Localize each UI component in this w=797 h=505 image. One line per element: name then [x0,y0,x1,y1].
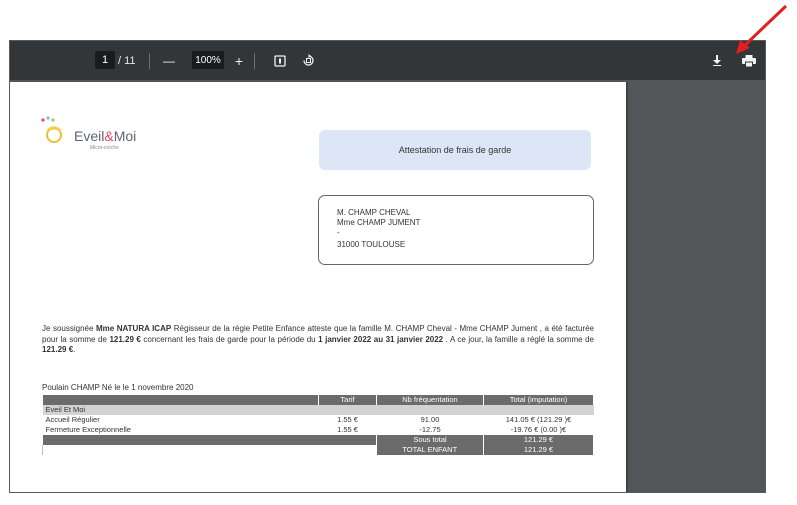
row-total: -19.76 € (0.00 )€ [510,425,567,434]
header-nb: Nb fréquentation [376,395,484,405]
pdf-page: Eveil&Moi Micro-crèche Attestation de fr… [10,82,626,492]
zoom-out-button[interactable]: — [162,41,176,80]
header-total: Total (imputation) [483,395,594,405]
separator [254,53,255,69]
address-line: 31000 TOULOUSE [337,240,406,249]
fees-table: Tarif Nb fréquentation Total (imputation… [42,395,594,455]
rotate-icon[interactable] [300,41,316,80]
page-edge [626,82,628,492]
attestation-paragraph: Je soussignée Mme NATURA ICAP Régisseur … [42,324,595,354]
child-info: Poulain CHAMP Né le le 1 novembre 2020 [42,383,194,392]
subtotal-value: 121.29 € [483,435,594,445]
total-row: TOTAL ENFANT 121.29 € [42,445,594,455]
subtotal-label: Sous total [376,435,484,445]
table-row: Fermeture Exceptionnelle 1.55 € -12.75 -… [43,425,594,435]
row-nb: -12.75 [419,425,441,434]
header-tarif: Tarif [318,395,377,405]
pacifier-logo-icon [41,116,62,143]
fit-page-icon[interactable] [272,41,288,80]
separator [149,53,150,69]
row-label: Fermeture Exceptionnelle [45,425,131,434]
logo-text: Eveil&Moi [74,128,137,144]
table-row: Accueil Régulier 1.55 € 91.00 141.05 € (… [43,415,594,425]
total-label: TOTAL ENFANT [376,445,484,455]
subtotal-row: Sous total 121.29 € [42,435,594,445]
current-page-input[interactable]: 1 [95,51,115,69]
total-filler [42,445,377,455]
logo-subtitle: Micro-crèche [90,145,119,151]
address-line: - [337,228,340,237]
print-icon[interactable] [741,41,757,80]
subtotal-filler [42,435,377,445]
page-total: / 11 [118,54,136,67]
table-header-row: Tarif Nb fréquentation Total (imputation… [42,395,594,405]
pdf-viewer-window: 1 / 11 — 100% + Eveil&Moi Micro-crèche A… [9,40,766,493]
zoom-input[interactable]: 100% [192,51,224,69]
total-value: 121.29 € [483,445,594,455]
row-total: 141.05 € (121.29 )€ [505,415,572,424]
header-blank [42,395,319,405]
row-tarif: 1.55 € [337,415,358,424]
document-title: Attestation de frais de garde [319,130,591,170]
address-block: M. CHAMP CHEVAL Mme CHAMP JUMENT - 31000… [318,195,594,265]
row-nb: 91.00 [420,415,440,424]
download-icon[interactable] [710,41,724,80]
pdf-toolbar: 1 / 11 — 100% + [10,41,765,80]
row-label: Accueil Régulier [45,415,100,424]
address-line: Mme CHAMP JUMENT [337,218,421,227]
zoom-in-button[interactable]: + [233,41,245,80]
address-line: M. CHAMP CHEVAL [337,208,411,217]
group-label: Eveil Et Moi [42,405,594,415]
table-group-row: Eveil Et Moi [42,405,594,415]
row-tarif: 1.55 € [337,425,358,434]
